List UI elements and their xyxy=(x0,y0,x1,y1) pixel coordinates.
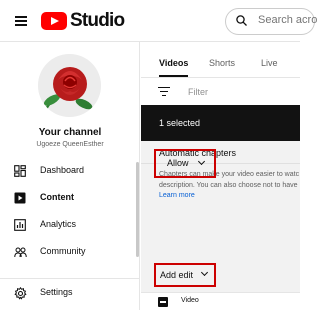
tab-shorts[interactable]: Shorts xyxy=(209,58,235,68)
selected-count: 1 selected xyxy=(159,118,201,128)
panel-description-line: description. You can also choose not to … xyxy=(159,182,298,189)
logo-text: Studio xyxy=(70,10,125,31)
sidebar-item-label: Dashboard xyxy=(40,165,85,175)
dashboard-icon xyxy=(13,164,27,178)
add-edit-label: Add edit xyxy=(160,270,194,280)
learn-more-link[interactable]: Learn more xyxy=(159,192,195,199)
sidebar-item-label: Content xyxy=(40,192,74,202)
main-content: Videos Shorts Live Filter 1 selected Aut… xyxy=(141,42,300,310)
community-icon xyxy=(13,245,27,259)
avatar[interactable] xyxy=(38,54,101,117)
search-icon[interactable] xyxy=(236,15,247,26)
sidebar-item-label: Settings xyxy=(40,287,73,297)
sidebar-item-community[interactable]: Community xyxy=(0,239,137,265)
table-header-row: Video xyxy=(141,293,300,310)
tab-live[interactable]: Live xyxy=(261,58,278,68)
gear-icon xyxy=(13,286,27,300)
top-bar: Studio xyxy=(0,0,318,42)
filter-label[interactable]: Filter xyxy=(188,87,208,97)
channel-title: Your channel xyxy=(38,127,102,138)
chevron-down-icon xyxy=(197,157,206,166)
video-column-header: Video xyxy=(181,297,199,304)
allow-highlight: Allow xyxy=(154,149,216,178)
chevron-down-icon xyxy=(200,268,209,277)
filter-icon[interactable] xyxy=(158,87,170,97)
content-icon xyxy=(13,191,27,205)
selection-bar: 1 selected xyxy=(141,105,300,141)
studio-logo[interactable]: Studio xyxy=(41,10,125,31)
search-box[interactable] xyxy=(225,8,318,35)
sidebar-scrollbar[interactable] xyxy=(136,162,139,257)
filter-bar[interactable]: Filter xyxy=(141,79,300,105)
sidebar: Your channel Ugoeze QueenEsther Dashboar… xyxy=(0,42,140,310)
sidebar-item-dashboard[interactable]: Dashboard xyxy=(0,158,137,184)
content-tabs: Videos Shorts Live xyxy=(141,42,300,78)
analytics-icon xyxy=(13,218,27,232)
allow-label: Allow xyxy=(167,158,189,168)
allow-dropdown[interactable]: Allow xyxy=(158,153,212,174)
add-edit-highlight: Add edit xyxy=(154,263,216,287)
channel-name: Ugoeze QueenEsther xyxy=(36,141,104,148)
youtube-logo-icon xyxy=(41,12,67,30)
sidebar-divider xyxy=(0,278,140,279)
menu-icon[interactable] xyxy=(15,16,27,26)
sidebar-item-label: Community xyxy=(40,246,86,256)
sidebar-item-label: Analytics xyxy=(40,219,77,229)
sidebar-item-analytics[interactable]: Analytics xyxy=(0,212,137,238)
sidebar-item-settings[interactable]: Settings xyxy=(0,280,137,306)
select-all-checkbox[interactable] xyxy=(158,297,168,307)
add-edit-dropdown[interactable]: Add edit xyxy=(156,265,214,285)
search-input[interactable] xyxy=(258,14,318,26)
tab-videos[interactable]: Videos xyxy=(159,58,188,68)
sidebar-item-content[interactable]: Content xyxy=(0,185,137,211)
active-tab-indicator xyxy=(159,75,188,77)
